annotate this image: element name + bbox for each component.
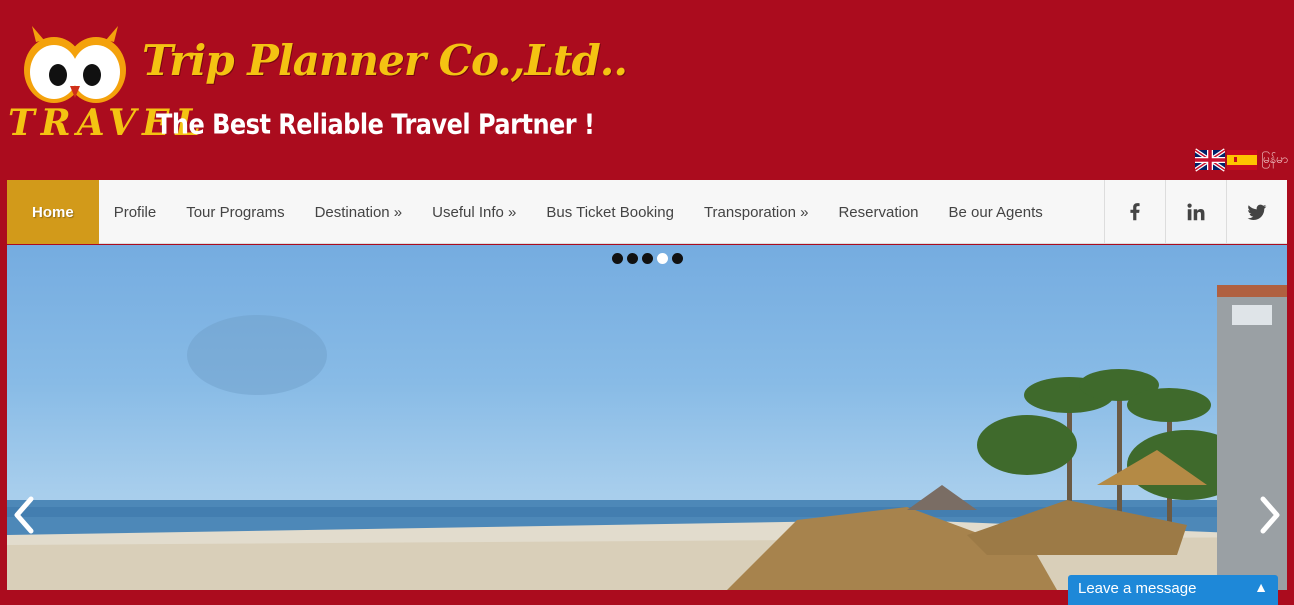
myanmar-language-link[interactable]: မြန်မာ xyxy=(1261,151,1288,169)
slider-dot[interactable] xyxy=(612,253,623,264)
slider-pagination xyxy=(612,253,683,264)
nav-item-tour-programs[interactable]: Tour Programs xyxy=(171,180,299,244)
slider-prev-button[interactable] xyxy=(9,495,37,535)
slider-dot[interactable] xyxy=(642,253,653,264)
chevron-left-icon xyxy=(14,496,34,534)
leave-message-widget[interactable]: Leave a message ▲ xyxy=(1068,575,1278,605)
nav-item-home[interactable]: Home xyxy=(7,180,99,244)
slider-dot-active[interactable] xyxy=(657,253,668,264)
nav-item-profile[interactable]: Profile xyxy=(99,180,172,244)
twitter-button[interactable] xyxy=(1226,180,1287,244)
nav-item-bus-ticket-booking[interactable]: Bus Ticket Booking xyxy=(531,180,689,244)
site-logo[interactable]: Trip Planner Co.,Ltd.. TRAVEL The Best R… xyxy=(6,18,628,148)
main-navigation: Home Profile Tour Programs Destination »… xyxy=(7,180,1287,244)
slider-dot[interactable] xyxy=(672,253,683,264)
nav-item-transporation[interactable]: Transporation » xyxy=(689,180,824,244)
chevron-up-icon: ▲ xyxy=(1254,579,1268,595)
spain-flag-icon[interactable] xyxy=(1227,148,1258,172)
slider-dot[interactable] xyxy=(627,253,638,264)
facebook-button[interactable] xyxy=(1104,180,1165,244)
brand-tagline: The Best Reliable Travel Partner ! xyxy=(156,108,595,141)
linkedin-icon xyxy=(1187,203,1205,221)
hero-slider[interactable] xyxy=(7,245,1287,590)
facebook-icon xyxy=(1130,203,1140,221)
owl-logo-icon xyxy=(24,26,126,103)
uk-flag-icon[interactable] xyxy=(1195,148,1226,172)
social-links xyxy=(1104,180,1287,244)
nav-item-be-our-agents[interactable]: Be our Agents xyxy=(934,180,1058,244)
slider-next-button[interactable] xyxy=(1257,495,1285,535)
nav-item-useful-info[interactable]: Useful Info » xyxy=(417,180,531,244)
nav-item-reservation[interactable]: Reservation xyxy=(823,180,933,244)
chevron-right-icon xyxy=(1260,496,1280,534)
linkedin-button[interactable] xyxy=(1165,180,1226,244)
nav-item-destination[interactable]: Destination » xyxy=(300,180,418,244)
brand-name: Trip Planner Co.,Ltd.. xyxy=(142,36,628,85)
twitter-icon xyxy=(1247,204,1267,220)
language-switcher: မြန်မာ xyxy=(1195,148,1288,172)
chat-label: Leave a message xyxy=(1078,580,1197,597)
beach-slide-image xyxy=(7,285,1287,590)
